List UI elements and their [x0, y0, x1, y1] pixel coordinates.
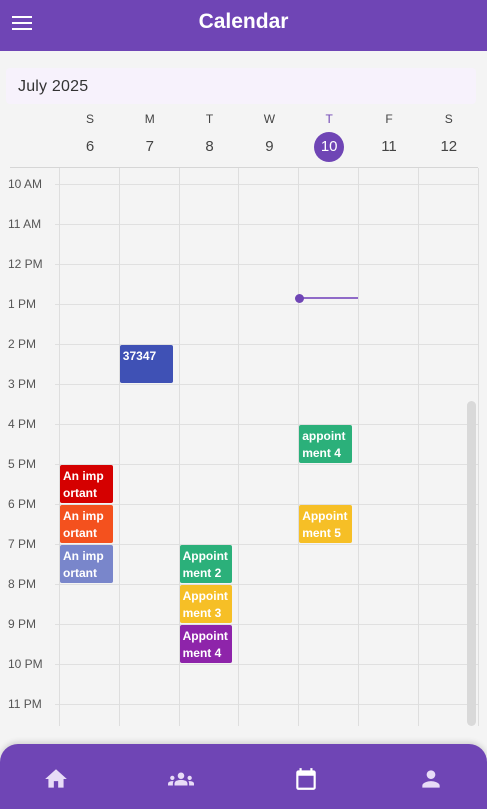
day-column-divider: [477, 168, 479, 726]
event-block[interactable]: An important: [60, 505, 113, 543]
hour-label: 11 PM: [8, 697, 42, 711]
month-label: July 2025: [18, 78, 89, 95]
hour-label: 1 PM: [8, 297, 37, 311]
hour-label: 2 PM: [8, 337, 37, 351]
today-date-badge: 10: [314, 132, 345, 162]
event-block[interactable]: Appointment 4: [179, 625, 233, 663]
day-header-7[interactable]: M7: [120, 110, 180, 162]
current-time-dot: [294, 293, 304, 303]
app-bar: Calendar: [0, 0, 487, 51]
day-of-week-label: W: [263, 112, 276, 126]
day-column-divider: [358, 168, 359, 726]
day-number: 8: [205, 138, 214, 155]
event-title: Appointment 2: [182, 549, 228, 580]
hour-label: 9 PM: [8, 617, 37, 631]
event-block[interactable]: An important: [60, 465, 113, 503]
event-title: Appointment 3: [182, 589, 228, 620]
day-column-divider: [417, 168, 419, 726]
day-column-divider: [59, 168, 60, 726]
day-column-divider: [118, 168, 120, 726]
day-header-6[interactable]: S6: [60, 110, 120, 162]
event-block[interactable]: Appointment 3: [179, 585, 233, 623]
calendar-icon[interactable]: [293, 766, 319, 792]
person-icon[interactable]: [418, 766, 444, 792]
hour-label: 10 AM: [8, 177, 43, 191]
time-grid[interactable]: 10 AM 11 AM 12 PM 1 PM 2 PM 3 PM 4 PM 5 PM 6 PM 7…: [0, 168, 487, 726]
hour-label: 7 PM: [8, 537, 37, 551]
event-title: Appointment 5: [302, 509, 348, 540]
hour-label: 6 PM: [8, 497, 37, 511]
day-of-week-label: T: [205, 112, 214, 126]
day-of-week-label: S: [85, 112, 94, 126]
hour-label: 4 PM: [8, 417, 37, 431]
day-number: 6: [85, 138, 95, 155]
app-title: Calendar: [198, 10, 289, 33]
day-of-week-label: F: [385, 112, 393, 126]
month-header[interactable]: July 2025: [6, 68, 476, 104]
day-header-11[interactable]: F 11: [359, 110, 419, 162]
day-header-12[interactable]: S 12: [419, 110, 479, 162]
group-icon[interactable]: [168, 766, 194, 792]
event-block[interactable]: Appointment 2: [179, 545, 233, 583]
hour-label: 12 PM: [8, 257, 43, 271]
event-block[interactable]: Appointment 5: [299, 505, 352, 543]
home-icon[interactable]: [43, 766, 69, 792]
hour-label: 3 PM: [8, 377, 37, 391]
hour-label: 11 AM: [8, 217, 42, 231]
hour-label: 10 PM: [8, 657, 43, 671]
event-title: An important: [63, 509, 104, 540]
day-header-8[interactable]: T8: [180, 110, 240, 162]
event-title: An important: [63, 549, 104, 580]
day-of-week-label: M: [144, 112, 155, 126]
day-of-week-label: T: [325, 112, 333, 126]
event-title: appointment 4: [302, 429, 346, 460]
day-number: 12: [440, 138, 458, 155]
event-title: An important: [63, 469, 104, 500]
event-block[interactable]: 37347: [119, 345, 173, 383]
hour-label: 5 PM: [8, 457, 37, 471]
day-header-10[interactable]: T 10: [299, 110, 359, 162]
scrollbar[interactable]: [467, 401, 476, 726]
bottom-navigation: [0, 744, 487, 809]
day-of-week-label: S: [444, 112, 453, 126]
day-column-divider: [238, 168, 240, 726]
event-block[interactable]: appointment 4: [299, 425, 352, 463]
hour-label: 8 PM: [8, 577, 37, 591]
day-number: 9: [265, 138, 274, 155]
day-header-9[interactable]: W9: [239, 110, 299, 162]
event-title: 37347: [122, 349, 157, 363]
event-block[interactable]: An important: [60, 545, 113, 583]
event-title: Appointment 4: [182, 629, 228, 660]
day-number: 7: [145, 138, 154, 155]
current-time-line: [299, 297, 358, 299]
day-number: 11: [381, 138, 397, 155]
